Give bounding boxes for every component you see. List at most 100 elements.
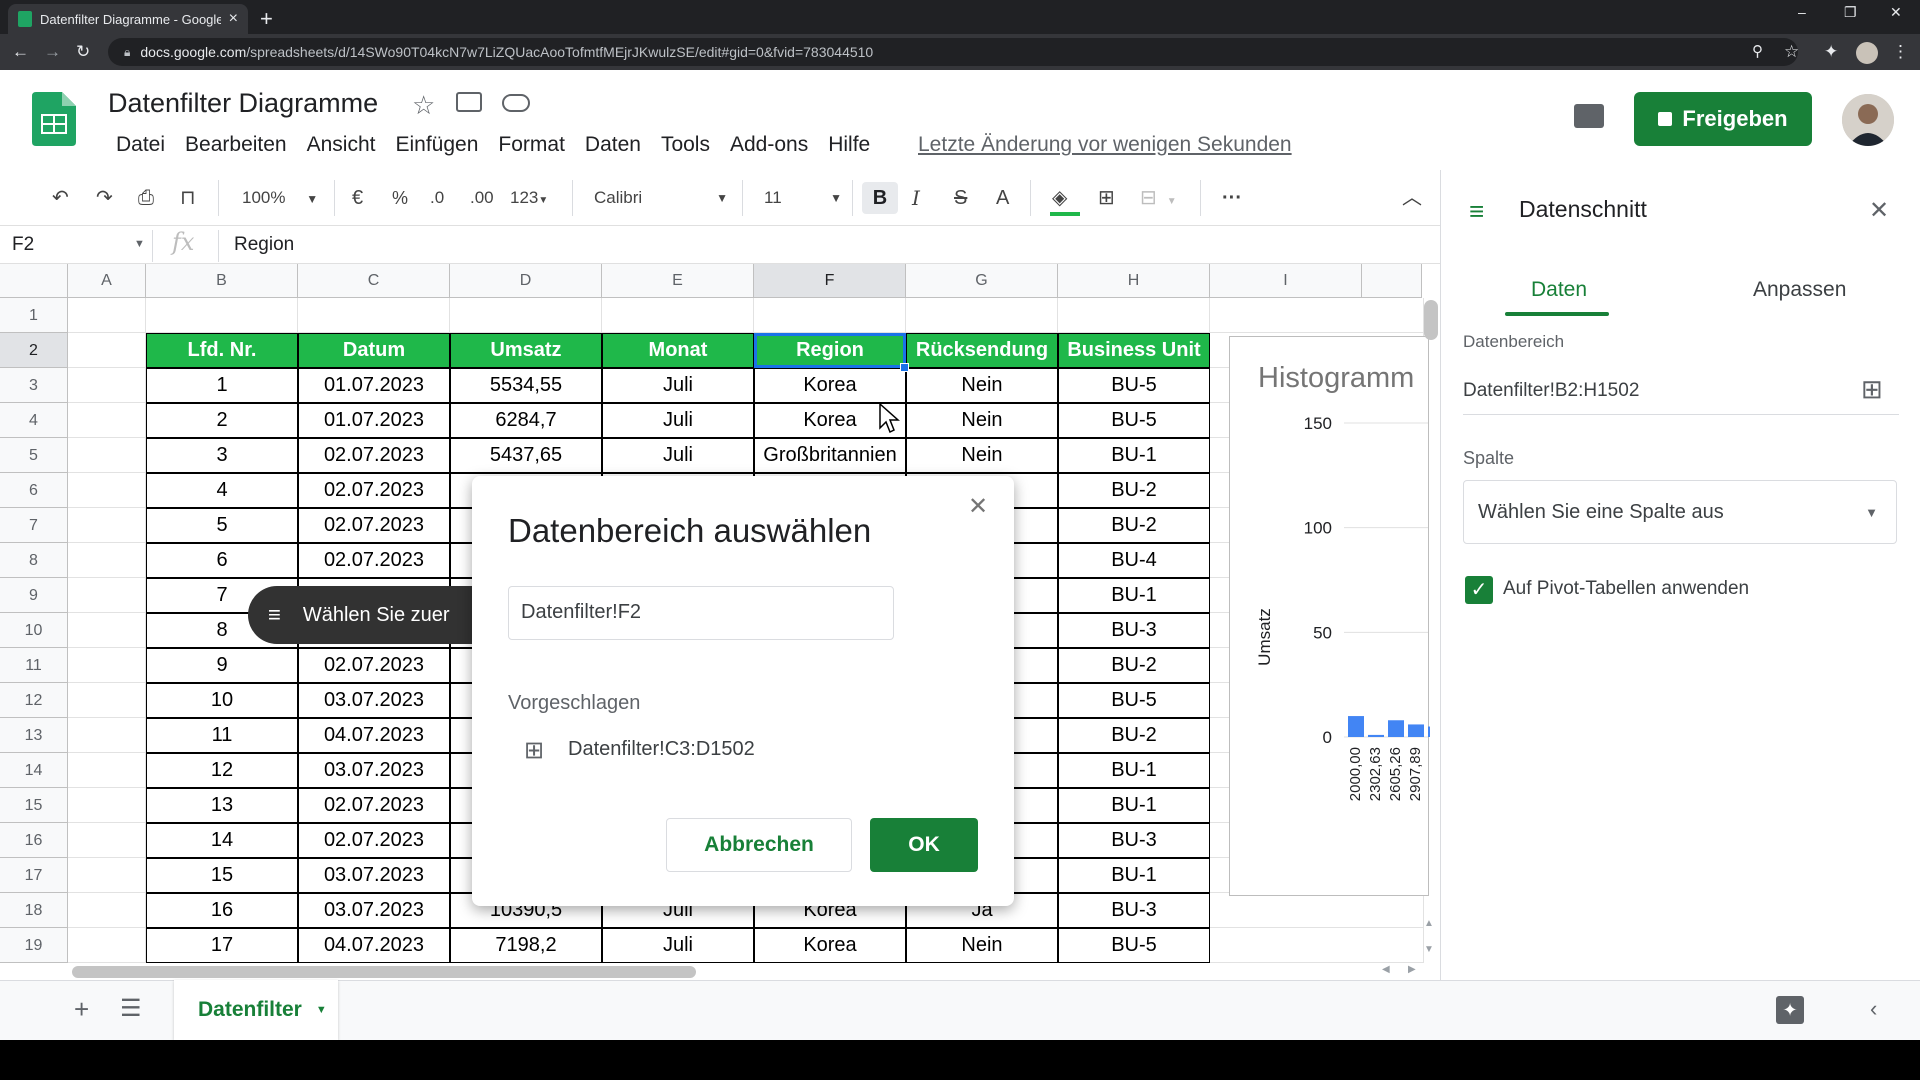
table-cell[interactable]: BU-5	[1058, 683, 1210, 718]
menu-tools[interactable]: Tools	[651, 130, 720, 160]
table-cell[interactable]: BU-1	[1058, 858, 1210, 893]
strikethrough-button[interactable]: S	[954, 182, 967, 214]
row-header-8[interactable]: 8	[0, 543, 68, 578]
table-cell[interactable]: BU-1	[1058, 578, 1210, 613]
cell-a2[interactable]	[68, 333, 146, 368]
column-header-d[interactable]: D	[450, 264, 602, 298]
table-cell[interactable]: Juli	[602, 403, 754, 438]
cell-i1[interactable]	[1210, 298, 1424, 333]
table-cell[interactable]: 04.07.2023	[298, 928, 450, 963]
more-options-button[interactable]: ···	[1222, 182, 1242, 214]
fill-handle[interactable]	[900, 363, 909, 372]
profile-avatar[interactable]	[1856, 42, 1878, 64]
cell-a4[interactable]	[68, 403, 146, 438]
row-header-2[interactable]: 2	[0, 333, 68, 368]
share-button[interactable]: Freigeben	[1634, 92, 1812, 146]
row-header-13[interactable]: 13	[0, 718, 68, 753]
table-cell[interactable]: BU-1	[1058, 788, 1210, 823]
row-header-1[interactable]: 1	[0, 298, 68, 333]
cell-a3[interactable]	[68, 368, 146, 403]
table-header-cell[interactable]: Lfd. Nr.	[146, 333, 298, 368]
row-header-18[interactable]: 18	[0, 893, 68, 928]
table-cell[interactable]: BU-3	[1058, 893, 1210, 928]
table-cell[interactable]: Nein	[906, 928, 1058, 963]
select-range-icon[interactable]: ⊞	[1861, 374, 1883, 405]
row-header-5[interactable]: 5	[0, 438, 68, 473]
scroll-up-icon[interactable]: ▲	[1424, 918, 1434, 929]
percent-button[interactable]: %	[392, 182, 408, 214]
cell-r1[interactable]	[450, 298, 602, 333]
table-cell[interactable]: 5534,55	[450, 368, 602, 403]
scroll-left-icon[interactable]: ◀	[1382, 964, 1390, 975]
sheets-logo-icon[interactable]	[32, 92, 76, 146]
column-header-e[interactable]: E	[602, 264, 754, 298]
sheet-tab-datenfilter[interactable]: Datenfilter ▼	[174, 980, 338, 1040]
table-cell[interactable]: 14	[146, 823, 298, 858]
tab-close-icon[interactable]: ×	[229, 10, 238, 28]
close-window-icon[interactable]: ✕	[1890, 4, 1902, 21]
column-header-b[interactable]: B	[146, 264, 298, 298]
formula-input[interactable]: Region	[234, 234, 294, 256]
table-cell[interactable]: 03.07.2023	[298, 893, 450, 928]
cell-a12[interactable]	[68, 683, 146, 718]
name-box[interactable]: F2	[12, 234, 34, 256]
table-cell[interactable]: 13	[146, 788, 298, 823]
table-cell[interactable]: BU-2	[1058, 648, 1210, 683]
cell-a6[interactable]	[68, 473, 146, 508]
table-cell[interactable]: 02.07.2023	[298, 508, 450, 543]
row-header-6[interactable]: 6	[0, 473, 68, 508]
document-title[interactable]: Datenfilter Diagramme	[108, 88, 378, 119]
reload-icon[interactable]: ↻	[76, 42, 90, 62]
cell-a11[interactable]	[68, 648, 146, 683]
font-select[interactable]: Calibri ▼	[594, 182, 728, 214]
table-cell[interactable]: Korea	[754, 368, 906, 403]
row-header-3[interactable]: 3	[0, 368, 68, 403]
cell-a14[interactable]	[68, 753, 146, 788]
table-header-cell[interactable]: Rücksendung	[906, 333, 1058, 368]
move-folder-icon[interactable]	[456, 92, 482, 112]
cloud-status-icon[interactable]	[502, 94, 530, 112]
row-header-17[interactable]: 17	[0, 858, 68, 893]
back-icon[interactable]: ←	[12, 42, 29, 62]
dialog-close-icon[interactable]: ✕	[968, 492, 988, 521]
comments-icon[interactable]	[1574, 104, 1604, 128]
row-header-12[interactable]: 12	[0, 683, 68, 718]
cell-i19[interactable]	[1210, 928, 1424, 963]
row-header-14[interactable]: 14	[0, 753, 68, 788]
collapse-toolbar-icon[interactable]: ︿	[1402, 182, 1422, 214]
table-cell[interactable]: 02.07.2023	[298, 788, 450, 823]
cell-a10[interactable]	[68, 613, 146, 648]
table-cell[interactable]: 03.07.2023	[298, 753, 450, 788]
menu-format[interactable]: Format	[488, 130, 575, 160]
histogram-chart[interactable]: Histogramm Umsatz 150 100 50 0 2000,00 2302,63 2…	[1229, 336, 1430, 896]
table-cell[interactable]: 6284,7	[450, 403, 602, 438]
cell-a19[interactable]	[68, 928, 146, 963]
row-header-15[interactable]: 15	[0, 788, 68, 823]
cell-a9[interactable]	[68, 578, 146, 613]
currency-button[interactable]: €	[352, 182, 363, 214]
tab-anpassen[interactable]: Anpassen	[1753, 278, 1846, 302]
row-header-16[interactable]: 16	[0, 823, 68, 858]
address-bar[interactable]: 🔒︎ docs.google.com/spreadsheets/d/14SWo9…	[108, 38, 1798, 66]
cell-r1[interactable]	[298, 298, 450, 333]
table-cell[interactable]: BU-3	[1058, 823, 1210, 858]
more-formats-button[interactable]: 123▼	[510, 182, 548, 214]
redo-icon[interactable]: ↷	[96, 182, 113, 214]
cell-a7[interactable]	[68, 508, 146, 543]
menu-bearbeiten[interactable]: Bearbeiten	[175, 130, 297, 160]
table-cell[interactable]: 1	[146, 368, 298, 403]
table-cell[interactable]: 03.07.2023	[298, 858, 450, 893]
table-cell[interactable]: 04.07.2023	[298, 718, 450, 753]
table-cell[interactable]: 02.07.2023	[298, 648, 450, 683]
vertical-scrollbar-thumb[interactable]	[1424, 300, 1438, 340]
table-cell[interactable]: 9	[146, 648, 298, 683]
cell-r1[interactable]	[1058, 298, 1210, 333]
table-cell[interactable]: 12	[146, 753, 298, 788]
table-cell[interactable]: 16	[146, 893, 298, 928]
row-header-4[interactable]: 4	[0, 403, 68, 438]
menu-addons[interactable]: Add-ons	[720, 130, 818, 160]
row-header-11[interactable]: 11	[0, 648, 68, 683]
table-header-cell[interactable]: Region	[754, 333, 906, 368]
paint-format-icon[interactable]: ⊓	[180, 182, 196, 214]
fill-color-icon[interactable]: ◈	[1052, 182, 1067, 214]
